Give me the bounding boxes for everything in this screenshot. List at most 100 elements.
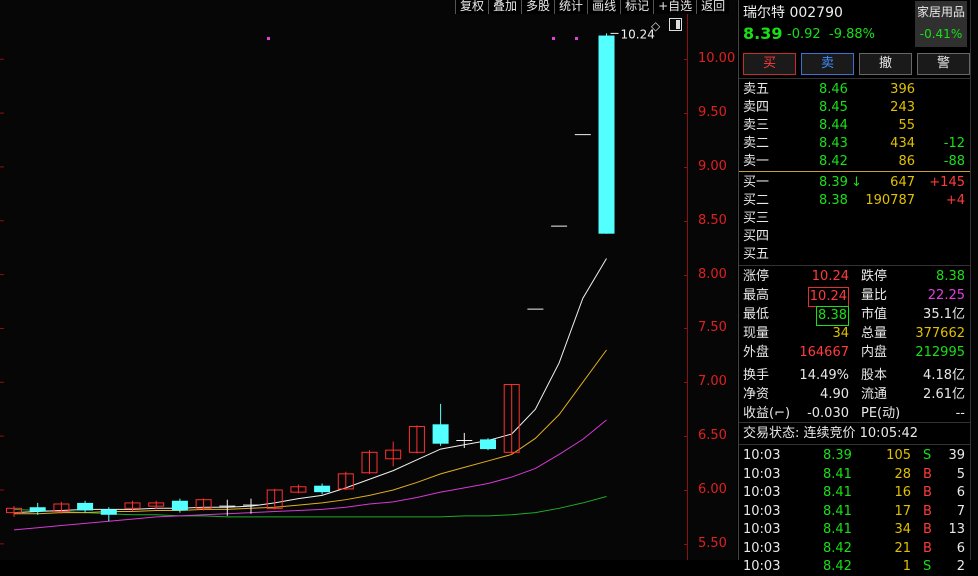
stat-value: 4.90 bbox=[820, 387, 849, 402]
toolbar-huaxian[interactable]: 画线 bbox=[587, 0, 621, 14]
y-tick-mark bbox=[684, 220, 688, 222]
y-tick-label: 8.00 bbox=[698, 266, 727, 282]
y-tick-label: 6.00 bbox=[698, 482, 727, 497]
stat-row[interactable]: 现量 34 总量 377662 bbox=[739, 325, 971, 343]
tick-row[interactable]: 10:03 8.41 34 B 13 bbox=[739, 521, 971, 539]
chart-toolbar: 复权 叠加 多股 统计 画线 标记 +自选 返回 bbox=[455, 0, 730, 14]
stat-row[interactable]: 最高 10.24 量比 22.25 bbox=[739, 287, 971, 307]
toolbar-duogu[interactable]: 多股 bbox=[521, 0, 555, 14]
ask-delta: -12 bbox=[943, 136, 965, 151]
bid-row[interactable]: 买二 8.38 190787 +4 bbox=[739, 192, 971, 210]
kline-chart[interactable]: 10.24 10.00 9.50 9.00 8.50 8.00 7.50 7.00 6.50 6… bbox=[0, 0, 737, 560]
stat-value-2: 35.1亿 bbox=[923, 307, 965, 322]
sell-button[interactable]: 卖 bbox=[801, 53, 854, 75]
bid-delta: +4 bbox=[945, 193, 965, 208]
tick-price: 8.41 bbox=[823, 466, 852, 482]
panel-toggle-icon[interactable] bbox=[669, 18, 682, 31]
candle-body bbox=[171, 500, 188, 511]
candle-body bbox=[100, 509, 117, 515]
candle-body bbox=[314, 485, 331, 493]
tick-side: B bbox=[923, 522, 932, 537]
high-label: 10.24 bbox=[621, 27, 655, 41]
stat-label: 最高 bbox=[743, 288, 770, 303]
ask-volume: 243 bbox=[890, 100, 915, 115]
ask-row[interactable]: 卖二 8.43 434 -12 bbox=[739, 135, 971, 153]
price-change: -0.92 bbox=[787, 27, 821, 42]
tick-volume: 1 bbox=[902, 559, 911, 574]
tick-row[interactable]: 10:03 8.41 16 B 6 bbox=[739, 484, 971, 502]
bid-label: 买一 bbox=[743, 175, 770, 190]
stat-value-2: 8.38 bbox=[936, 269, 965, 284]
tick-count: 39 bbox=[948, 448, 965, 463]
signal-marker bbox=[267, 37, 270, 40]
ma10-line bbox=[14, 349, 607, 515]
ask-row[interactable]: 卖五 8.46 396 bbox=[739, 81, 971, 99]
alert-button[interactable]: 警 bbox=[917, 53, 970, 75]
ask-price: 8.43 bbox=[819, 136, 848, 151]
ask-volume: 396 bbox=[890, 82, 915, 97]
stat-value: 10.24 bbox=[811, 269, 849, 284]
toolbar-biaoji[interactable]: 标记 bbox=[620, 0, 654, 14]
tick-volume: 105 bbox=[886, 448, 911, 463]
stat-value: 10.24 bbox=[807, 287, 849, 307]
toolbar-diejia[interactable]: 叠加 bbox=[488, 0, 522, 14]
toolbar-back[interactable]: 返回 bbox=[696, 0, 730, 14]
bid-delta: +145 bbox=[929, 175, 965, 190]
stat-row[interactable]: 涨停 10.24 跌停 8.38 bbox=[739, 268, 971, 286]
candle-body bbox=[77, 502, 94, 511]
ask-volume: 434 bbox=[890, 136, 915, 151]
stat-value: 164667 bbox=[799, 345, 849, 360]
tick-count: 5 bbox=[956, 466, 965, 482]
stat-label-2: 量比 bbox=[861, 288, 888, 303]
bid-row[interactable]: 买三 bbox=[739, 210, 971, 228]
ask-price: 8.42 bbox=[819, 154, 848, 169]
tick-side: S bbox=[923, 448, 932, 463]
right-edge-strip[interactable] bbox=[970, 0, 978, 560]
stat-row[interactable]: 收益(⌐) -0.030 PE(动) -- bbox=[739, 405, 971, 423]
cancel-button[interactable]: 撤 bbox=[859, 53, 912, 75]
tick-row[interactable]: 10:03 8.41 17 B 7 bbox=[739, 503, 971, 521]
stat-label-2: 流通 bbox=[861, 387, 888, 402]
stat-value: 14.49% bbox=[799, 368, 849, 383]
stat-value: -0.030 bbox=[807, 406, 849, 421]
bid-row[interactable]: 买五 bbox=[739, 246, 971, 264]
tick-count: 13 bbox=[948, 522, 965, 537]
signal-marker bbox=[575, 37, 578, 40]
tick-row[interactable]: 10:03 8.41 28 B 5 bbox=[739, 466, 971, 484]
toolbar-add-watchlist[interactable]: +自选 bbox=[653, 0, 697, 14]
bid-row[interactable]: 买四 bbox=[739, 228, 971, 246]
ask-row[interactable]: 卖三 8.44 55 bbox=[739, 117, 971, 135]
y-tick-label: 5.50 bbox=[698, 535, 727, 551]
diamond-icon[interactable]: ◇ bbox=[651, 19, 660, 33]
tick-row[interactable]: 10:03 8.42 1 S 2 bbox=[739, 558, 971, 576]
tick-time: 10:03 bbox=[743, 503, 781, 519]
stat-value-2: 2.61亿 bbox=[923, 387, 965, 402]
trade-status: 交易状态: 连续竞价 10:05:42 bbox=[743, 426, 919, 441]
stat-label: 涨停 bbox=[743, 269, 770, 284]
y-tick-label: 8.50 bbox=[698, 212, 727, 228]
ask-row[interactable]: 卖一 8.42 86 -88 bbox=[739, 153, 971, 171]
tick-volume: 21 bbox=[894, 540, 911, 556]
sector-box[interactable]: 家居用品 -0.41% bbox=[915, 1, 967, 47]
bid-label: 买四 bbox=[743, 229, 770, 244]
kline-svg[interactable]: 10.24 bbox=[0, 0, 687, 560]
ask-delta: -88 bbox=[943, 154, 965, 169]
stat-label-2: 总量 bbox=[861, 326, 888, 341]
stat-label-2: 市值 bbox=[861, 307, 888, 322]
buy-button[interactable]: 买 bbox=[743, 53, 796, 75]
stat-row[interactable]: 最低 8.38 市值 35.1亿 bbox=[739, 306, 971, 326]
bid-arrow: ↓ bbox=[851, 175, 862, 190]
stat-value-2: -- bbox=[955, 406, 965, 421]
stat-row[interactable]: 外盘 164667 内盘 212995 bbox=[739, 344, 971, 362]
ask-row[interactable]: 卖四 8.45 243 bbox=[739, 99, 971, 117]
ask-price: 8.46 bbox=[819, 82, 848, 97]
stat-row[interactable]: 换手 14.49% 股本 4.18亿 bbox=[739, 367, 971, 385]
ask-label: 卖四 bbox=[743, 100, 770, 115]
tick-row[interactable]: 10:03 8.42 21 B 6 bbox=[739, 540, 971, 558]
tick-row[interactable]: 10:03 8.39 105 S 39 bbox=[739, 447, 971, 465]
stat-row[interactable]: 净资 4.90 流通 2.61亿 bbox=[739, 386, 971, 404]
toolbar-fuquan[interactable]: 复权 bbox=[455, 0, 489, 14]
tick-side: S bbox=[923, 559, 932, 574]
bid-row[interactable]: 买一 8.39 ↓ 647 +145 bbox=[739, 174, 971, 192]
toolbar-tongji[interactable]: 统计 bbox=[554, 0, 588, 14]
